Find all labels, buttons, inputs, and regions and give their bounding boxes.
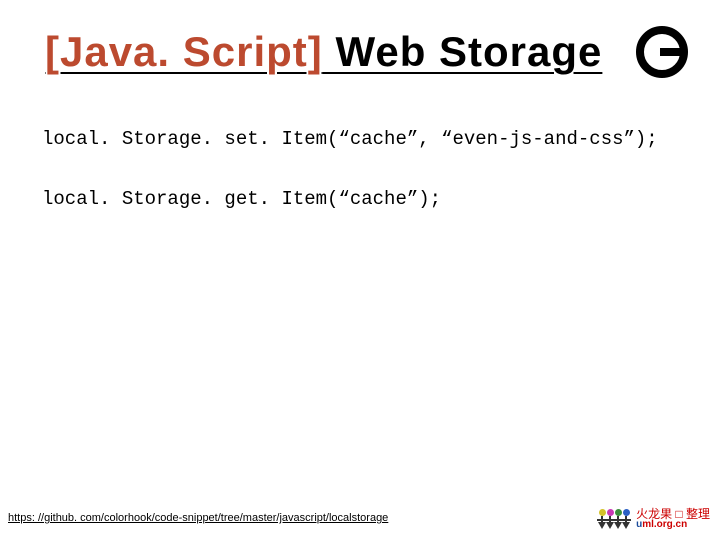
slide-title: [Java. Script] Web Storage (45, 28, 602, 76)
title-bracket: [Java. Script] (45, 28, 323, 75)
footer-brand: 火龙果 □ 整理 uml.org.cn (598, 508, 710, 530)
top-right-logo-icon (636, 26, 688, 83)
code-line-1: local. Storage. set. Item(“cache”, “even… (42, 128, 658, 150)
uml-stick-figures-icon (598, 509, 630, 529)
footer-brand-text: 火龙果 □ 整理 uml.org.cn (636, 508, 710, 530)
brand-url: uml.org.cn (636, 520, 710, 530)
footer-source-link[interactable]: https: //github. com/colorhook/code-snip… (8, 512, 388, 524)
code-line-2: local. Storage. get. Item(“cache”); (42, 188, 441, 210)
title-rest: Web Storage (323, 28, 603, 75)
